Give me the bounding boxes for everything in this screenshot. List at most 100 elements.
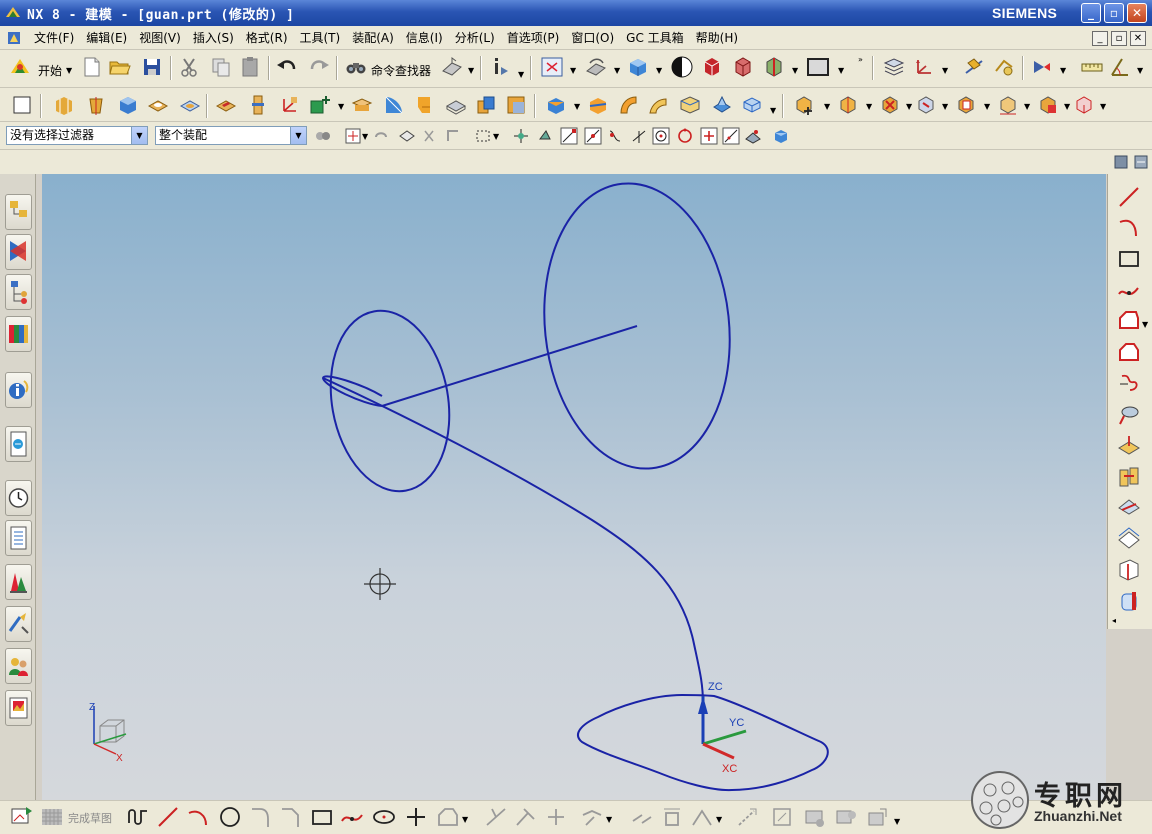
roles-icon[interactable] bbox=[5, 648, 32, 684]
quick-extend-icon[interactable] bbox=[514, 805, 538, 829]
spline-icon[interactable] bbox=[1116, 278, 1142, 304]
fillet-icon[interactable] bbox=[382, 93, 406, 117]
undo-icon[interactable] bbox=[275, 55, 299, 79]
slot-icon[interactable] bbox=[214, 93, 238, 117]
history-icon[interactable] bbox=[5, 480, 32, 516]
extrude-icon[interactable] bbox=[52, 93, 76, 117]
pocket-icon[interactable] bbox=[178, 93, 202, 117]
line-icon[interactable] bbox=[1116, 184, 1142, 210]
offset-face-icon[interactable] bbox=[544, 93, 568, 117]
restore-button[interactable]: ▫ bbox=[1104, 3, 1124, 23]
sketch-arc-icon[interactable] bbox=[186, 805, 210, 829]
web-browser-icon[interactable] bbox=[5, 426, 32, 462]
info-icon[interactable] bbox=[488, 55, 512, 79]
spline-path-curve[interactable] bbox=[322, 377, 704, 705]
graphics-window[interactable]: ZC YC XC Z X bbox=[42, 174, 1106, 800]
sketch-chamfer-icon[interactable] bbox=[278, 805, 302, 829]
text-curve-icon[interactable] bbox=[1116, 370, 1142, 396]
chevron-down-icon[interactable]: ▼ bbox=[894, 817, 900, 826]
through-curves-icon[interactable] bbox=[678, 93, 702, 117]
chevron-down-icon[interactable]: ▼ bbox=[606, 815, 612, 824]
isoparametric-curve-icon[interactable] bbox=[1116, 556, 1142, 582]
menu-gc-toolkit[interactable]: GC 工具箱 bbox=[620, 29, 690, 46]
chevron-down-icon[interactable]: ▼ bbox=[1024, 102, 1030, 111]
auto-constrain-icon[interactable] bbox=[630, 805, 654, 829]
resize-face-icon[interactable] bbox=[996, 93, 1020, 117]
make-corner-icon[interactable] bbox=[544, 805, 568, 829]
trim-body-icon[interactable] bbox=[586, 93, 610, 117]
snap-point-icon[interactable] bbox=[962, 55, 986, 79]
menu-format[interactable]: 格式(R) bbox=[240, 29, 294, 46]
reuse-library-icon[interactable] bbox=[5, 316, 32, 352]
open-folder-icon[interactable] bbox=[108, 55, 132, 79]
part-navigator-icon[interactable] bbox=[5, 274, 32, 310]
arc-center-icon[interactable] bbox=[652, 127, 670, 145]
draft-icon[interactable] bbox=[710, 93, 734, 117]
point-icon[interactable] bbox=[308, 93, 332, 117]
point-on-curve-icon[interactable] bbox=[722, 127, 740, 145]
chevron-down-icon[interactable]: ▼ bbox=[656, 66, 662, 75]
convert-reference-icon[interactable] bbox=[736, 805, 760, 829]
menu-tools[interactable]: 工具(T) bbox=[294, 29, 347, 46]
background-style-icon[interactable] bbox=[670, 55, 694, 79]
chevron-down-icon[interactable]: ▼ bbox=[942, 66, 948, 75]
mid-point-icon[interactable] bbox=[584, 127, 602, 145]
type-filter-dropdown[interactable]: 没有选择过滤器 ▼ bbox=[6, 126, 148, 145]
measure-icon[interactable] bbox=[1080, 55, 1104, 79]
sketch-icon[interactable] bbox=[10, 93, 34, 117]
sketch-ellipse-icon[interactable] bbox=[372, 805, 396, 829]
chevron-down-icon[interactable]: ▼ bbox=[1060, 66, 1066, 75]
sketch-point-icon[interactable] bbox=[404, 805, 428, 829]
show-constraints-icon[interactable] bbox=[690, 805, 714, 829]
fit-view-icon[interactable] bbox=[540, 55, 564, 79]
block-icon[interactable] bbox=[116, 93, 140, 117]
sketch-circle-icon[interactable] bbox=[218, 805, 242, 829]
chevron-down-icon[interactable]: ▼ bbox=[1137, 66, 1143, 75]
helix-icon[interactable] bbox=[1116, 402, 1142, 428]
assembly-filter-icon[interactable] bbox=[314, 127, 332, 145]
datum-csys-icon[interactable] bbox=[278, 93, 302, 117]
groove-icon[interactable] bbox=[246, 93, 270, 117]
command-finder-label[interactable]: 命令查找器 bbox=[371, 62, 431, 79]
start-icon[interactable] bbox=[8, 55, 32, 79]
cut-icon[interactable] bbox=[177, 55, 201, 79]
unite-icon[interactable] bbox=[474, 93, 498, 117]
intersection-curve-icon[interactable] bbox=[1116, 494, 1142, 520]
delete-face-icon[interactable] bbox=[878, 93, 902, 117]
panel-toggle-icon[interactable] bbox=[1114, 155, 1128, 169]
select-body-icon[interactable] bbox=[398, 127, 416, 145]
sketch-line-icon[interactable] bbox=[156, 805, 180, 829]
system-scenes-icon[interactable] bbox=[5, 690, 32, 726]
synchronous-face-icon[interactable] bbox=[954, 93, 978, 117]
red-cube-icon[interactable] bbox=[700, 55, 724, 79]
menu-file[interactable]: 文件(F) bbox=[28, 29, 80, 46]
chevron-down-icon[interactable]: ▼ bbox=[468, 66, 474, 75]
section-curve-icon[interactable] bbox=[1116, 526, 1142, 552]
arc-icon[interactable] bbox=[1116, 214, 1142, 240]
doc-close-button[interactable]: ✕ bbox=[1130, 31, 1146, 46]
chevron-down-icon[interactable]: ▼ bbox=[518, 70, 524, 79]
control-point-icon[interactable] bbox=[606, 127, 624, 145]
existing-point-icon[interactable] bbox=[700, 127, 718, 145]
shaded-cube-icon[interactable] bbox=[626, 55, 650, 79]
chevron-down-icon[interactable]: ▼ bbox=[493, 132, 499, 141]
system-materials-icon[interactable] bbox=[5, 520, 32, 556]
reset-filter-icon[interactable] bbox=[372, 127, 390, 145]
quick-trim-icon[interactable] bbox=[484, 805, 508, 829]
chevron-down-icon[interactable]: ▼ bbox=[574, 102, 580, 111]
doc-restore-button[interactable]: ▫ bbox=[1111, 31, 1127, 46]
menu-view[interactable]: 视图(V) bbox=[133, 29, 187, 46]
manufacturing-wizards-icon[interactable] bbox=[5, 606, 32, 642]
chamfer-icon[interactable] bbox=[412, 93, 436, 117]
point-on-face-icon[interactable] bbox=[744, 127, 762, 145]
inferred-constraints-icon[interactable] bbox=[802, 805, 826, 829]
offset-curve-icon[interactable] bbox=[1116, 340, 1142, 366]
continuous-auto-dimension-icon[interactable] bbox=[866, 805, 890, 829]
sketch-studio-spline-icon[interactable] bbox=[340, 805, 364, 829]
snap-point-toggle-icon[interactable] bbox=[512, 127, 530, 145]
dimension-icon[interactable] bbox=[660, 805, 684, 829]
swept-surface-icon[interactable] bbox=[646, 93, 670, 117]
chevron-down-icon[interactable]: ▼ bbox=[792, 66, 798, 75]
chevron-down-icon[interactable]: ▼ bbox=[570, 66, 576, 75]
chevron-down-icon[interactable]: ▼ bbox=[614, 66, 620, 75]
